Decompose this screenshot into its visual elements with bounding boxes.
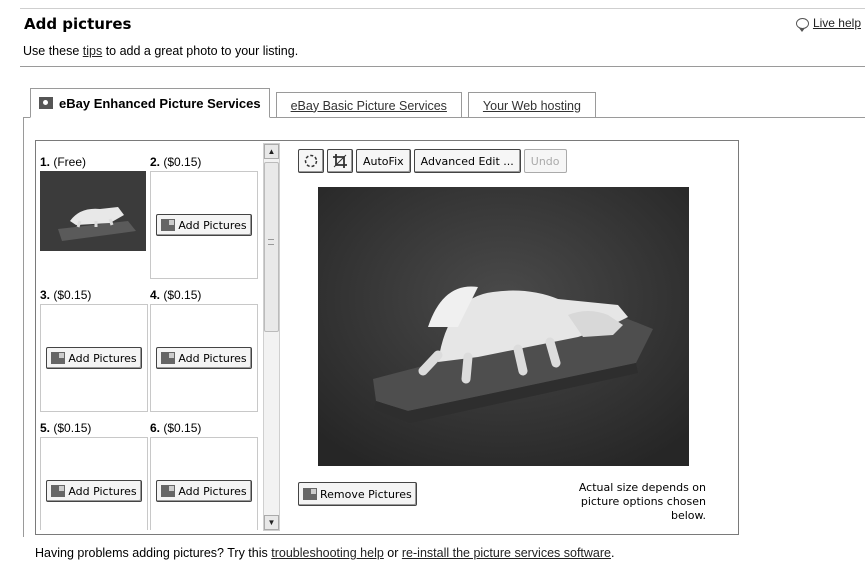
rotate-button[interactable]	[298, 149, 324, 173]
add-pictures-button[interactable]: Add Pictures	[46, 347, 142, 369]
tab-label[interactable]: eBay Basic Picture Services	[291, 99, 447, 113]
header-bar: Add pictures Live help	[20, 8, 865, 34]
add-picture-icon	[51, 485, 66, 497]
picture-slot-3: 3. ($0.15) Add Pictures	[40, 288, 148, 412]
live-help-link[interactable]: Live help	[813, 16, 861, 30]
add-picture-icon	[161, 352, 176, 364]
tips-link[interactable]: tips	[83, 44, 102, 58]
tab-web-hosting[interactable]: Your Web hosting	[467, 92, 596, 118]
add-pictures-button[interactable]: Add Pictures	[156, 480, 252, 502]
slot-label: 4. ($0.15)	[150, 288, 202, 302]
scroll-up-button[interactable]: ▲	[264, 144, 279, 159]
picture-uploader: 1. (Free) 2. ($0.15) Add Pictures 3. ($0…	[35, 140, 739, 535]
autofix-button[interactable]: AutoFix	[356, 149, 411, 173]
scroll-thumb[interactable]	[264, 162, 279, 332]
picture-slot-5: 5. ($0.15) Add Pictures	[40, 421, 148, 530]
slots-scrollbar[interactable]: ▲ ▼	[263, 143, 280, 531]
slot-box: Add Pictures	[40, 304, 148, 412]
add-pictures-button[interactable]: Add Pictures	[156, 214, 252, 236]
add-picture-icon	[161, 219, 176, 231]
size-note: Actual size depends on picture options c…	[578, 481, 706, 522]
slot-box: Add Pictures	[150, 304, 258, 412]
slot-label: 3. ($0.15)	[40, 288, 92, 302]
slot-label: 1. (Free)	[40, 155, 87, 169]
add-pictures-button[interactable]: Add Pictures	[156, 347, 252, 369]
slot-label: 2. ($0.15)	[150, 155, 202, 169]
slot-box: Add Pictures	[40, 437, 148, 530]
page-title: Add pictures	[24, 15, 132, 33]
scroll-grip-icon	[268, 239, 274, 245]
scroll-down-button[interactable]: ▼	[264, 515, 279, 530]
add-pictures-button[interactable]: Add Pictures	[46, 480, 142, 502]
picture-service-tabs: eBay Enhanced Picture Services eBay Basi…	[30, 88, 602, 118]
slot-label: 5. ($0.15)	[40, 421, 92, 435]
picture-slot-1: 1. (Free)	[40, 155, 148, 251]
remove-pictures-button[interactable]: Remove Pictures	[298, 482, 417, 506]
tab-label: eBay Enhanced Picture Services	[59, 95, 261, 111]
tips-suffix: to add a great photo to your listing.	[102, 44, 299, 58]
picture-slot-6: 6. ($0.15) Add Pictures	[150, 421, 258, 530]
chat-bubble-icon	[795, 17, 809, 32]
footer-help: Having problems adding pictures? Try thi…	[35, 546, 615, 560]
undo-button[interactable]: Undo	[523, 149, 567, 173]
reinstall-link[interactable]: re-install the picture services software	[402, 546, 611, 560]
picture-thumbnail[interactable]	[40, 171, 146, 251]
crop-icon	[333, 154, 347, 168]
add-picture-icon	[51, 352, 66, 364]
edit-toolbar: AutoFix Advanced Edit ... Undo	[298, 149, 567, 173]
picture-slot-4: 4. ($0.15) Add Pictures	[150, 288, 258, 412]
slot-box: Add Pictures	[150, 171, 258, 279]
add-picture-icon	[161, 485, 176, 497]
slot-box: Add Pictures	[150, 437, 258, 530]
live-help[interactable]: Live help	[795, 16, 861, 32]
tab-enhanced-picture-services[interactable]: eBay Enhanced Picture Services	[30, 88, 270, 118]
tab-label[interactable]: Your Web hosting	[483, 99, 581, 113]
tips-prefix: Use these	[23, 44, 83, 58]
picture-slots: 1. (Free) 2. ($0.15) Add Pictures 3. ($0…	[40, 145, 262, 530]
remove-picture-icon	[303, 488, 317, 500]
picture-slot-2: 2. ($0.15) Add Pictures	[150, 155, 258, 279]
slot-label: 6. ($0.15)	[150, 421, 202, 435]
camera-icon	[39, 97, 53, 109]
divider	[20, 66, 865, 67]
rotate-icon	[304, 154, 318, 168]
troubleshooting-link[interactable]: troubleshooting help	[271, 546, 384, 560]
advanced-edit-button[interactable]: Advanced Edit ...	[413, 149, 521, 173]
picture-preview	[318, 187, 689, 466]
crop-button[interactable]	[327, 149, 353, 173]
tab-basic-picture-services[interactable]: eBay Basic Picture Services	[275, 92, 462, 118]
tips-line: Use these tips to add a great photo to y…	[23, 44, 298, 58]
